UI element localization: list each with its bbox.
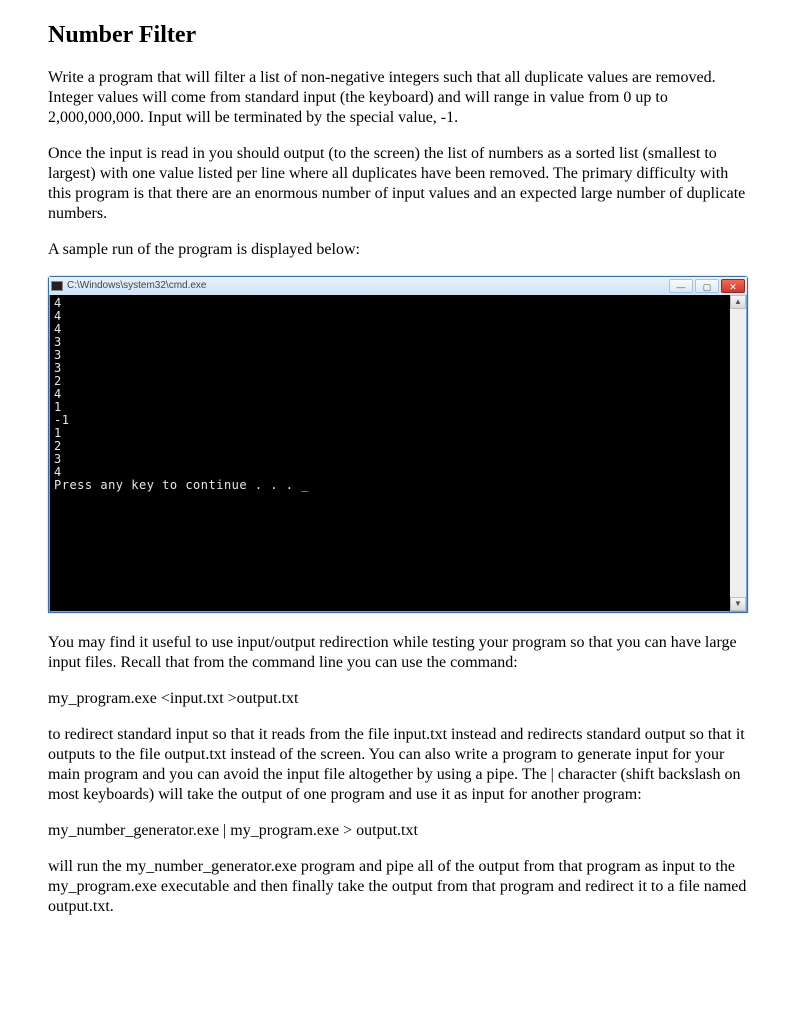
cmd-window: C:\Windows\system32\cmd.exe — ▢ ✕ 4 4 4 … [48,276,748,613]
cmd-scrollbar[interactable]: ▲ ▼ [730,295,746,611]
window-controls: — ▢ ✕ [669,279,745,293]
scroll-up-icon[interactable]: ▲ [730,295,746,309]
maximize-button[interactable]: ▢ [695,279,719,293]
paragraph-output-spec: Once the input is read in you should out… [48,144,753,224]
paragraph-pipe-explain: will run the my_number_generator.exe pro… [48,857,753,917]
paragraph-redirection: You may find it useful to use input/outp… [48,633,753,673]
scroll-down-icon[interactable]: ▼ [730,597,746,611]
paragraph-sample-run: A sample run of the program is displayed… [48,240,753,260]
cmd-body: 4 4 4 3 3 3 2 4 1 -1 1 2 3 4 Press any k… [50,295,730,611]
command-line-pipe: my_number_generator.exe | my_program.exe… [48,821,753,841]
minimize-button[interactable]: — [669,279,693,293]
cmd-title-text: C:\Windows\system32\cmd.exe [67,280,669,293]
close-button[interactable]: ✕ [721,279,745,293]
command-line-redirect: my_program.exe <input.txt >output.txt [48,689,753,709]
paragraph-pipe: to redirect standard input so that it re… [48,725,753,805]
scroll-track[interactable] [730,309,746,597]
paragraph-intro: Write a program that will filter a list … [48,68,753,128]
page-title: Number Filter [48,20,753,50]
cmd-titlebar: C:\Windows\system32\cmd.exe — ▢ ✕ [49,277,747,295]
cmd-icon [51,281,63,291]
cmd-body-wrap: 4 4 4 3 3 3 2 4 1 -1 1 2 3 4 Press any k… [49,295,747,612]
